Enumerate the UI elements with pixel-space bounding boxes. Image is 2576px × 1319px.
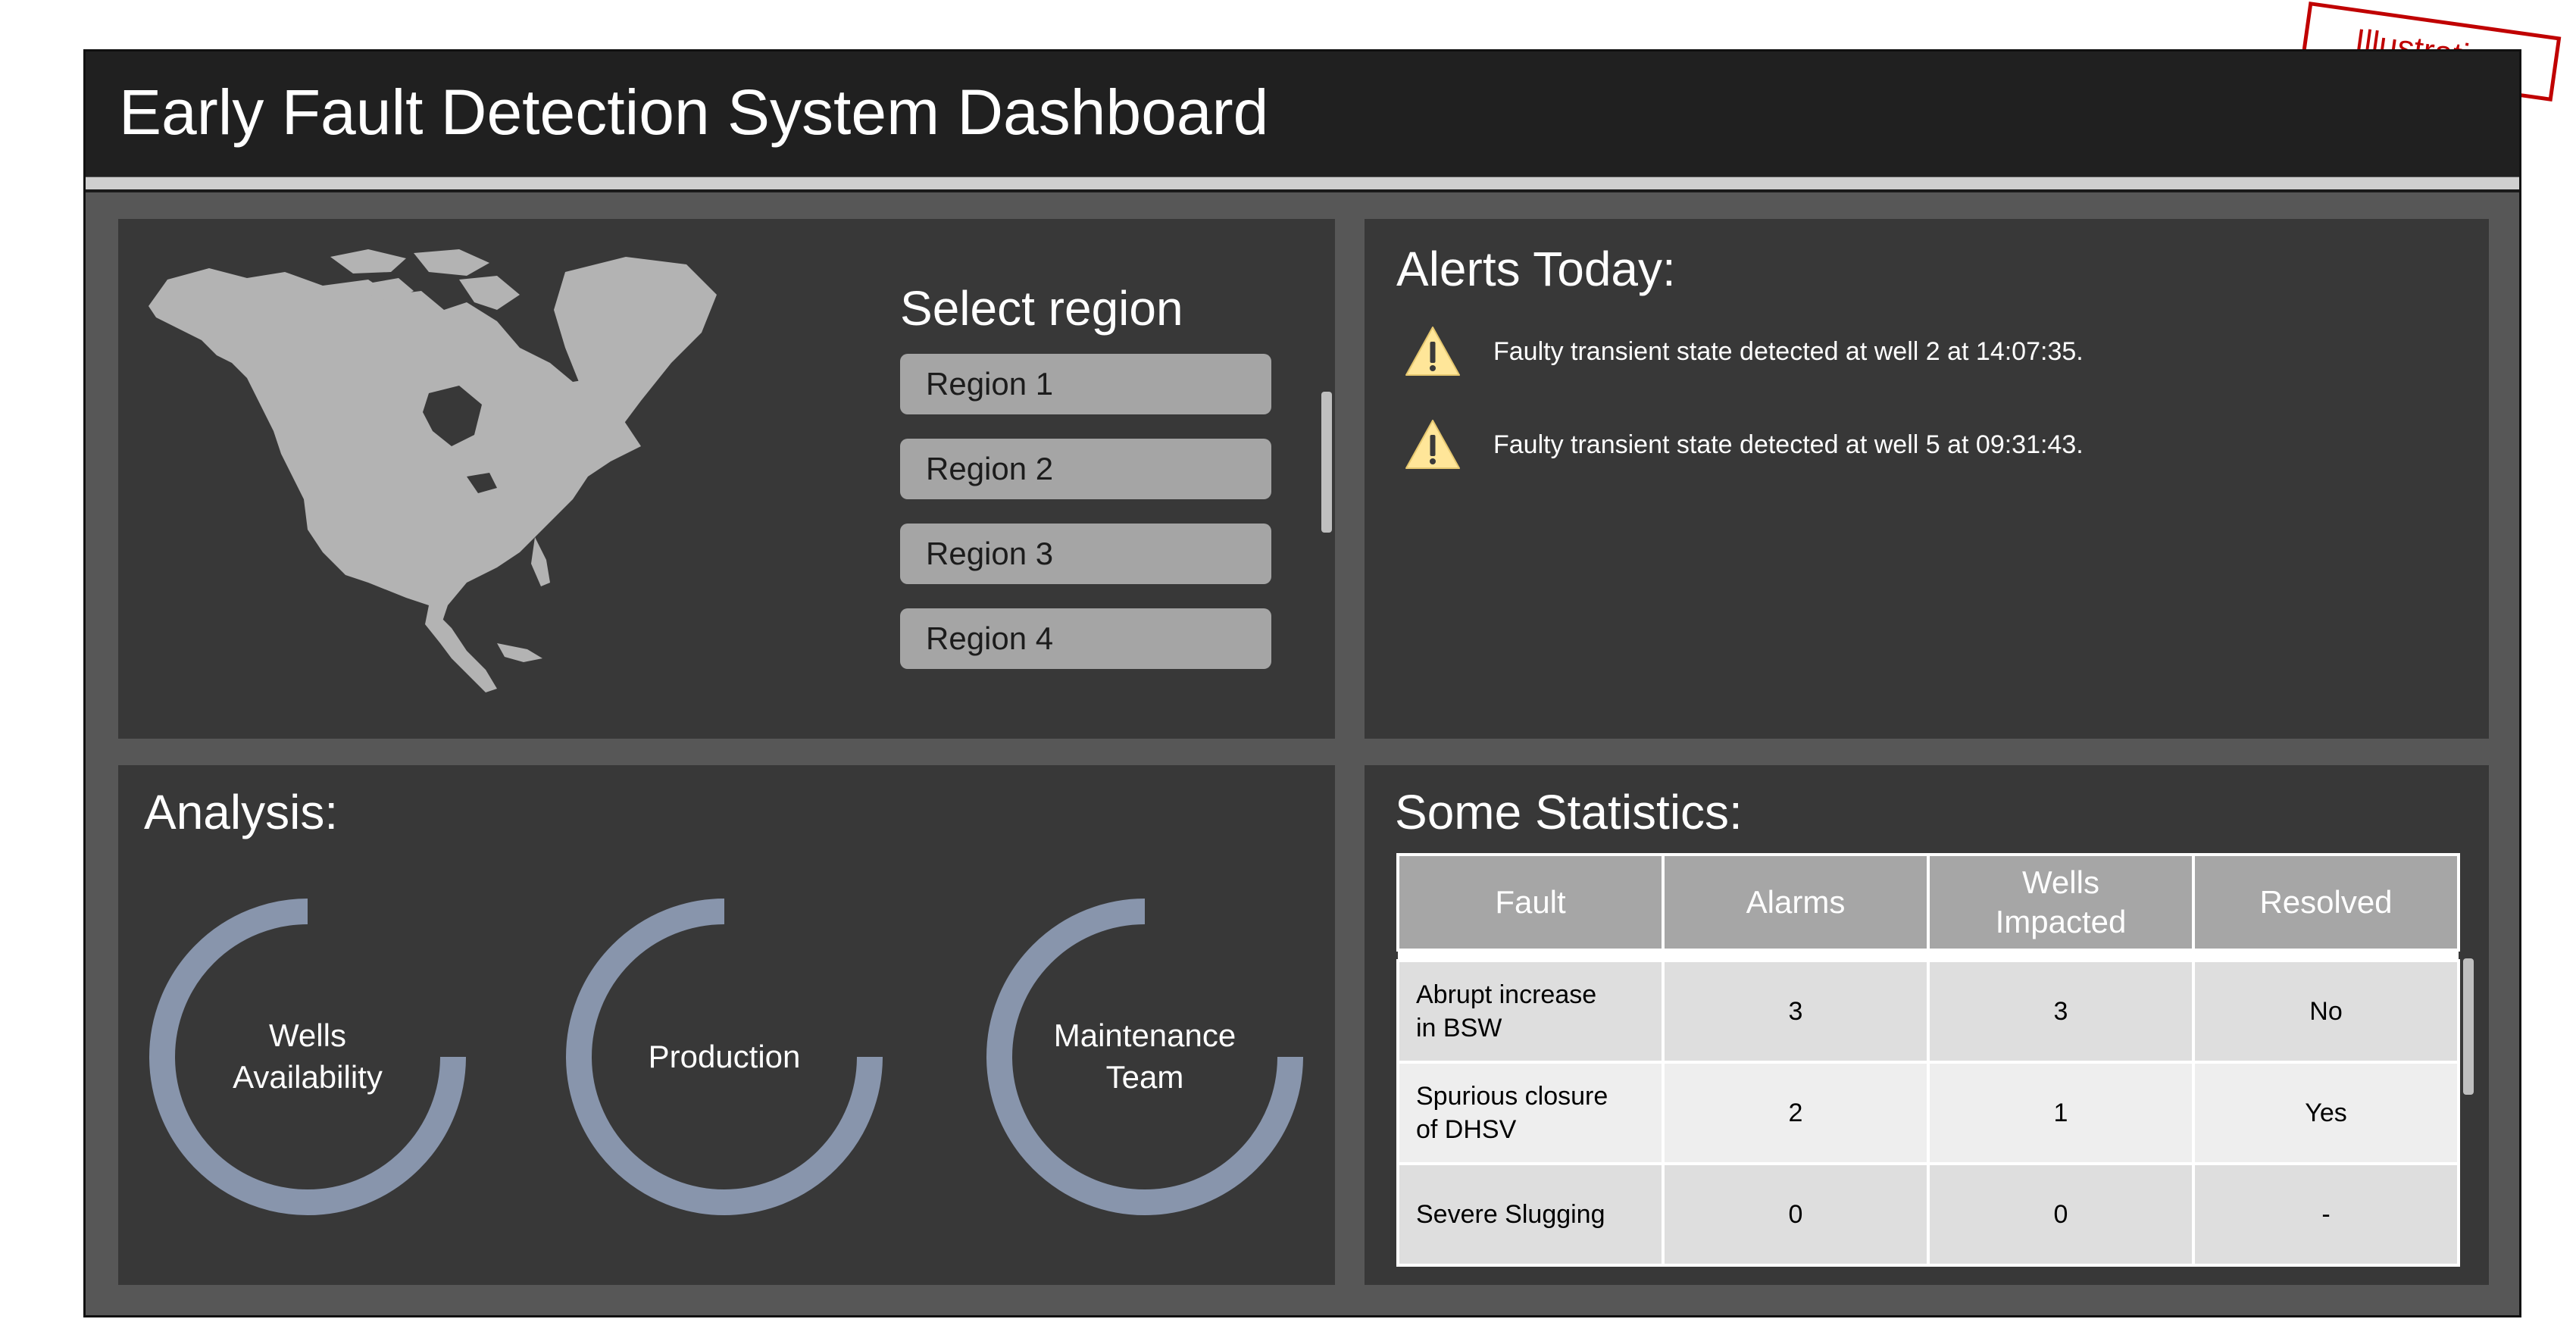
fault-line: Abrupt increase <box>1416 980 1597 1009</box>
fault-cell: Abrupt increase in BSW <box>1396 959 1665 1064</box>
analysis-panel: Analysis: Wells Availability Production <box>118 765 1335 1285</box>
resolved-cell: Yes <box>2192 1061 2460 1165</box>
alert-time: 09:31:43 <box>1975 430 2077 459</box>
analysis-heading: Analysis: <box>144 785 339 839</box>
column-header-line: Impacted <box>1995 904 2127 939</box>
region-heading: Select region <box>900 281 1183 336</box>
alerts-panel: Alerts Today: Faulty transient state det… <box>1365 219 2489 739</box>
region-panel: Select region Region 1 Region 2 Region 3… <box>118 219 1335 739</box>
gauge-production[interactable]: Production <box>565 898 883 1216</box>
alerts-heading: Alerts Today: <box>1396 242 1676 296</box>
statistics-table: Fault Alarms Wells Impacted Resolved Abr… <box>1396 853 2460 1267</box>
gauge-label-line1: Maintenance <box>1053 1017 1236 1054</box>
gauge-label: Production <box>565 898 883 1216</box>
gauge-label: Wells Availability <box>148 898 467 1216</box>
wells-impacted-cell: 1 <box>1927 1061 2195 1165</box>
alert-mid: at <box>1940 430 1976 459</box>
alert-prefix: Faulty transient state detected at <box>1493 430 1874 459</box>
header-divider <box>86 177 2519 192</box>
resolved-cell: No <box>2192 959 2460 1064</box>
gauge-wells-availability[interactable]: Wells Availability <box>148 898 467 1216</box>
statistics-panel: Some Statistics: Fault Alarms Wells Impa… <box>1365 765 2489 1285</box>
statistics-scrollbar[interactable] <box>2463 958 2474 1095</box>
fault-line: of DHSV <box>1416 1115 1517 1144</box>
alert-time: 14:07:35 <box>1975 336 2077 366</box>
alert-text: Faulty transient state detected at well … <box>1493 430 2084 460</box>
gauge-label-line2: Team <box>1105 1059 1184 1095</box>
spacer-cell <box>1398 950 2459 961</box>
alert-prefix: Faulty transient state detected at <box>1493 336 1874 366</box>
alert-mid: at <box>1940 336 1976 366</box>
gauge-label-line1: Production <box>648 1038 801 1074</box>
warning-icon <box>1405 327 1460 376</box>
alarms-cell: 0 <box>1662 1162 1930 1267</box>
fault-cell: Spurious closure of DHSV <box>1396 1061 1665 1165</box>
page-title: Early Fault Detection System Dashboard <box>119 77 1269 148</box>
north-america-map[interactable] <box>141 249 853 704</box>
region-button-3[interactable]: Region 3 <box>900 524 1271 584</box>
resolved-cell: - <box>2192 1162 2460 1267</box>
column-header-alarms[interactable]: Alarms <box>1662 853 1930 952</box>
alarms-cell: 2 <box>1662 1061 1930 1165</box>
gauge-label: Maintenance Team <box>986 898 1304 1216</box>
alert-well: well 2 <box>1874 336 1940 366</box>
fault-cell: Severe Slugging <box>1396 1162 1665 1267</box>
alarms-cell: 3 <box>1662 959 1930 1064</box>
region-button-2[interactable]: Region 2 <box>900 439 1271 499</box>
region-button-1[interactable]: Region 1 <box>900 354 1271 414</box>
header-bar: Early Fault Detection System Dashboard <box>86 52 2519 177</box>
column-header-resolved[interactable]: Resolved <box>2192 853 2460 952</box>
alert-well: well 5 <box>1874 430 1940 459</box>
column-header-wells-impacted[interactable]: Wells Impacted <box>1927 853 2195 952</box>
table-header-row: Fault Alarms Wells Impacted Resolved <box>1396 853 2460 952</box>
statistics-heading: Some Statistics: <box>1395 785 1743 839</box>
fault-line: Spurious closure <box>1416 1081 1608 1111</box>
table-row[interactable]: Abrupt increase in BSW 3 3 No <box>1396 959 2460 1064</box>
table-row[interactable]: Severe Slugging 0 0 - <box>1396 1162 2460 1267</box>
region-button-4[interactable]: Region 4 <box>900 608 1271 669</box>
fault-line: Severe Slugging <box>1416 1199 1605 1229</box>
alert-text: Faulty transient state detected at well … <box>1493 337 2084 367</box>
region-scrollbar[interactable] <box>1321 392 1332 533</box>
warning-icon <box>1405 420 1460 469</box>
alert-suffix: . <box>2076 430 2084 459</box>
column-header-fault[interactable]: Fault <box>1396 853 1665 952</box>
gauge-maintenance-team[interactable]: Maintenance Team <box>986 898 1304 1216</box>
fault-line: in BSW <box>1416 1014 1502 1042</box>
alert-suffix: . <box>2076 336 2084 366</box>
wells-impacted-cell: 0 <box>1927 1162 2195 1267</box>
table-spacer <box>1398 950 2459 961</box>
alert-item[interactable]: Faulty transient state detected at well … <box>1404 418 2084 471</box>
alert-item[interactable]: Faulty transient state detected at well … <box>1404 325 2084 378</box>
table-row[interactable]: Spurious closure of DHSV 2 1 Yes <box>1396 1061 2460 1165</box>
gauge-label-line1: Wells <box>269 1017 346 1054</box>
dashboard-frame: Early Fault Detection System Dashboard S… <box>83 49 2521 1317</box>
gauge-label-line2: Availability <box>233 1059 383 1095</box>
column-header-line: Wells <box>2022 864 2099 900</box>
wells-impacted-cell: 3 <box>1927 959 2195 1064</box>
